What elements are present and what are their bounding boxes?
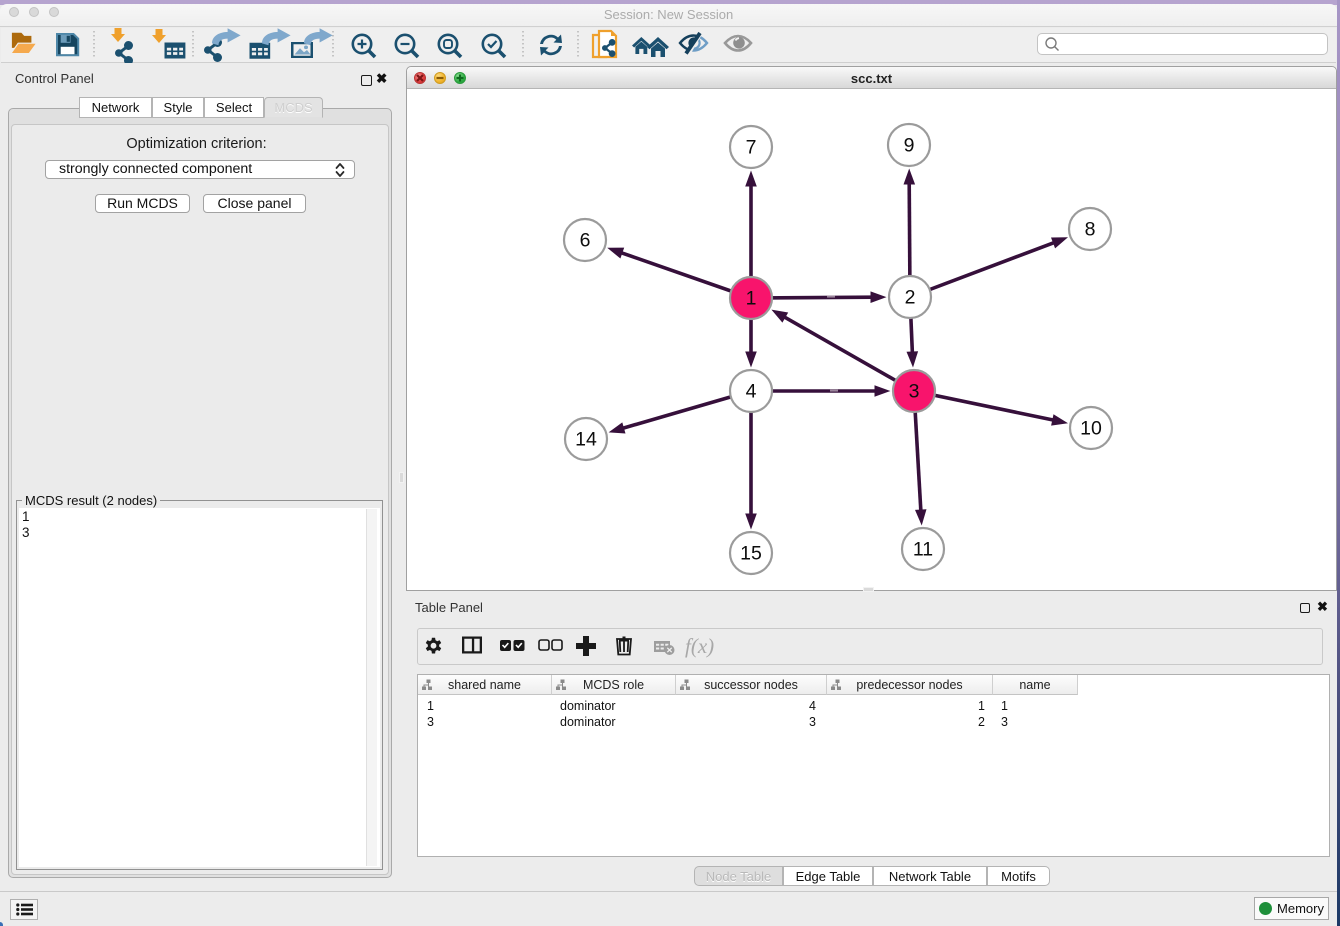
svg-text:4: 4 (746, 381, 757, 403)
svg-text:11: 11 (913, 539, 933, 561)
svg-text:1: 1 (746, 288, 757, 310)
svg-text:14: 14 (575, 429, 597, 451)
svg-text:15: 15 (740, 543, 762, 565)
svg-text:f(x): f(x) (685, 634, 714, 658)
svg-text:9: 9 (904, 135, 915, 157)
svg-text:3: 3 (909, 381, 920, 403)
svg-text:10: 10 (1080, 418, 1102, 440)
svg-text:6: 6 (580, 230, 591, 252)
svg-text:2: 2 (905, 287, 916, 309)
svg-text:8: 8 (1085, 219, 1096, 241)
svg-text:7: 7 (746, 137, 757, 159)
